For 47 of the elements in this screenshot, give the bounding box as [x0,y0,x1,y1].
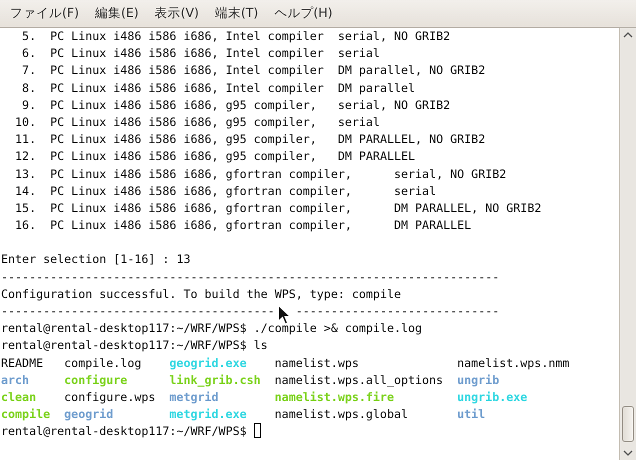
output-line: 7. PC Linux i486 i586 i686, Intel compiler DM parallel, NO GRIB2 [21,63,486,78]
file-name: compile [1,406,52,424]
output-line: --------------------------------------- [1,304,275,318]
file-name: configure.wps [64,388,156,406]
menu-item[interactable]: 編集(E) [88,5,149,22]
file-name: clean [1,388,38,406]
prompt-line: rental@rental-desktop117:~/WRF/WPS$ [1,424,248,438]
file-name: ungrib.exe [457,388,528,406]
output-line: 13. PC Linux i486 i586 i686, gfortran compiler, serial, NO GRIB2 [14,166,506,180]
output-line: ----------------------------- [296,304,500,318]
output-line: ----------------------------------------------------------------------- [1,270,500,284]
output-line: 14. PC Linux i486 i586 i686, gfortran compiler, serial [14,184,436,198]
file-name: namelist.wps.global [274,406,409,424]
file-name: ungrib [457,372,500,389]
file-name: configure [64,372,128,389]
scrollbar-thumb[interactable] [622,406,634,442]
output-line: 8. PC Linux i486 i586 i686, Intel compiler DM parallel [21,80,416,95]
menu-item[interactable]: ヘルプ(H) [268,5,342,22]
prompt-line: rental@rental-desktop117:~/WRF/WPS$ ./compile >& compile.log [1,321,422,336]
file-name: arch [1,372,30,389]
output-line: 15. PC Linux i486 i586 i686, gfortran compiler, DM PARALLEL, NO GRIB2 [14,200,542,215]
file-name: compile.log [64,354,142,372]
mouse-pointer-icon [278,305,291,325]
file-name: namelist.wps.all_options [274,372,444,389]
file-name: namelist.wps [274,354,360,372]
menu-item[interactable]: 表示(V) [148,5,209,22]
output-line: Configuration successful. To build the WPS, type: compile [1,286,402,301]
file-name: metgrid.exe [169,406,248,424]
menu-item[interactable]: 端末(T) [208,5,268,22]
file-name: util [457,406,486,424]
output-line: 12. PC Linux i486 i586 i686, g95 compiler, DM PARALLEL [14,149,416,164]
output-line: 16. PC Linux i486 i586 i686, gfortran compiler, DM PARALLEL [14,218,472,232]
output-line: 10. PC Linux i486 i586 i686, g95 compiler, serial [14,114,380,129]
file-name: namelist.wps.nmm [457,354,570,372]
output-line: 5. PC Linux i486 i586 i686, Intel compiler serial, NO GRIB2 [21,29,450,43]
output-line: 11. PC Linux i486 i586 i686, g95 compiler, DM PARALLEL, NO GRIB2 [14,132,486,146]
output-line: 9. PC Linux i486 i586 i686, g95 compiler, serial, NO GRIB2 [21,98,450,112]
file-name: metgrid [169,388,220,406]
prompt-line: rental@rental-desktop117:~/WRF/WPS$ ls [1,338,268,352]
file-name: link_grib.csh [169,372,262,389]
file-name: README [1,354,44,372]
file-name: namelist.wps.fire [274,388,395,406]
output-line: Enter selection [1-16] : 13 [1,252,190,266]
file-name: geogrid [64,406,114,424]
menu-item[interactable]: ファイル(F) [4,5,89,22]
file-name: geogrid.exe [169,354,248,372]
output-line: 6. PC Linux i486 i586 i686, Intel compiler serial [21,46,380,60]
